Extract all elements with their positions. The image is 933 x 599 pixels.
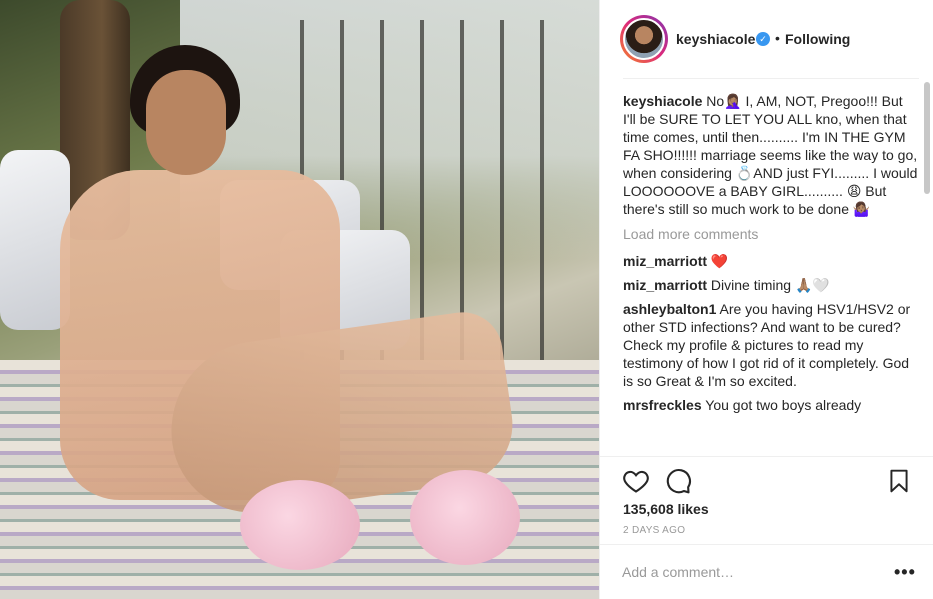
comment-item: miz_marriott ❤️ xyxy=(623,252,919,270)
add-comment-bar: ••• xyxy=(600,544,933,599)
photo-slipper xyxy=(410,470,520,565)
caption-text: No🤦🏽‍♀️ I, AM, NOT, Pregoo!!! But I'll b… xyxy=(623,93,918,217)
comment-item: ashleybalton1 Are you having HSV1/HSV2 o… xyxy=(623,300,919,390)
comments-scrollbar[interactable] xyxy=(924,82,930,194)
post-side-panel: keyshiacole ✓ • Following keyshiacole No… xyxy=(599,0,933,599)
comment-username[interactable]: ashleybalton1 xyxy=(623,301,716,317)
comment-text: Divine timing 🙏🏽🤍 xyxy=(710,277,830,293)
likes-count[interactable]: 135,608 likes xyxy=(623,501,709,517)
load-more-comments-button[interactable]: Load more comments xyxy=(623,226,919,242)
avatar[interactable] xyxy=(620,15,668,63)
caption-username[interactable]: keyshiacole xyxy=(623,93,702,109)
comment-username[interactable]: miz_marriott xyxy=(623,277,707,293)
photo-fence-bar xyxy=(540,20,544,380)
post-header: keyshiacole ✓ • Following xyxy=(600,0,933,78)
comment-username[interactable]: miz_marriott xyxy=(623,253,707,269)
heart-outline-icon[interactable] xyxy=(622,467,650,495)
header-username[interactable]: keyshiacole xyxy=(676,31,755,47)
photo-slipper xyxy=(240,480,360,570)
more-options-icon[interactable]: ••• xyxy=(894,561,916,583)
comment-bubble-icon[interactable] xyxy=(664,467,692,495)
comment-text: You got two boys already xyxy=(705,397,862,413)
comment-item: mrsfreckles You got two boys already xyxy=(623,396,919,414)
comment-username[interactable]: mrsfreckles xyxy=(623,397,702,413)
bookmark-icon[interactable] xyxy=(886,467,912,495)
header-separator: • xyxy=(775,30,780,46)
following-button[interactable]: Following xyxy=(785,31,850,47)
post-photo[interactable] xyxy=(0,0,599,599)
post-timestamp[interactable]: 2 DAYS AGO xyxy=(623,525,685,536)
add-comment-input[interactable] xyxy=(622,561,872,583)
caption: keyshiacole No🤦🏽‍♀️ I, AM, NOT, Pregoo!!… xyxy=(623,92,919,218)
verified-badge-icon: ✓ xyxy=(756,32,770,46)
comment-item: miz_marriott Divine timing 🙏🏽🤍 xyxy=(623,276,919,294)
comments-list[interactable]: keyshiacole No🤦🏽‍♀️ I, AM, NOT, Pregoo!!… xyxy=(623,78,919,456)
comment-text: ❤️ xyxy=(710,253,729,269)
post-actions: 135,608 likes 2 DAYS AGO xyxy=(600,456,933,546)
